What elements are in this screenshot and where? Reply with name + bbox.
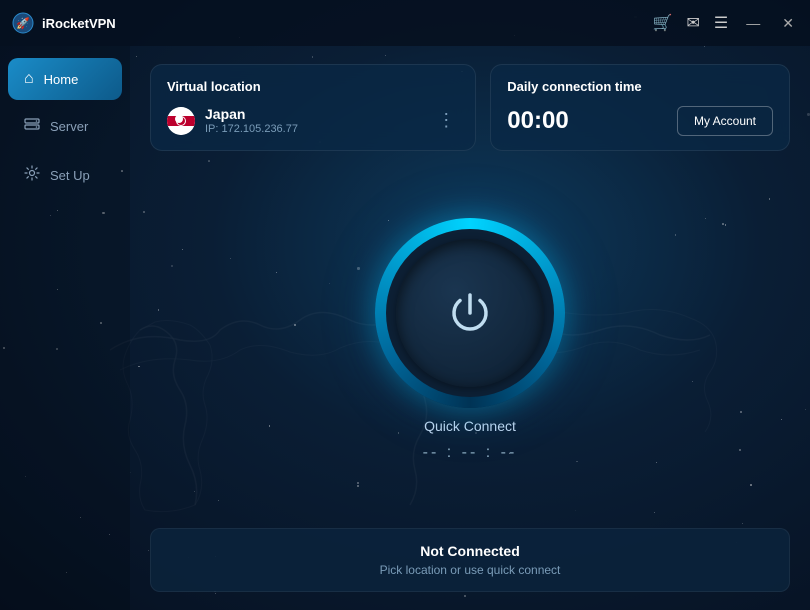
status-bar: Not Connected Pick location or use quick…	[150, 528, 790, 592]
my-account-button[interactable]: My Account	[677, 106, 773, 136]
svg-text:🚀: 🚀	[16, 17, 30, 30]
main-layout: ⌂ Home Server Set Up	[0, 46, 810, 610]
cart-icon[interactable]: 🛒	[653, 13, 673, 33]
app-logo: 🚀	[12, 12, 34, 34]
location-row: Japan IP: 172.105.236.77 ⋮	[167, 106, 459, 135]
sidebar-item-home-label: Home	[44, 72, 79, 87]
country-name: Japan	[205, 106, 423, 122]
ip-address: IP: 172.105.236.77	[205, 123, 423, 135]
location-info: Japan IP: 172.105.236.77	[205, 106, 423, 135]
power-button[interactable]	[396, 239, 544, 387]
daily-row: 00:00 My Account	[507, 106, 773, 136]
sidebar-item-server[interactable]: Server	[8, 104, 122, 149]
power-ring-outer	[375, 218, 565, 408]
close-button[interactable]: ✕	[778, 13, 798, 34]
connection-time: 00:00	[507, 107, 568, 135]
menu-icon[interactable]: ☰	[714, 13, 728, 33]
app-name: iRocketVPN	[42, 16, 116, 31]
sidebar-item-server-label: Server	[50, 119, 88, 134]
virtual-location-card: Virtual location Japan IP: 172.10	[150, 64, 476, 151]
sidebar-item-home[interactable]: ⌂ Home	[8, 58, 122, 100]
home-icon: ⌂	[24, 70, 34, 88]
mail-icon[interactable]: ✉	[687, 13, 700, 33]
daily-connection-title: Daily connection time	[507, 79, 773, 94]
sidebar-item-setup[interactable]: Set Up	[8, 153, 122, 198]
more-options-button[interactable]: ⋮	[433, 106, 459, 135]
power-icon	[440, 283, 500, 343]
power-area: Quick Connect -- : -- : --	[150, 165, 790, 514]
titlebar-left: 🚀 iRocketVPN	[12, 12, 116, 34]
timer-display: -- : -- : --	[423, 444, 518, 462]
titlebar-controls: 🛒 ✉ ☰ — ✕	[653, 13, 798, 34]
titlebar: 🚀 iRocketVPN 🛒 ✉ ☰ — ✕	[0, 0, 810, 46]
status-title: Not Connected	[167, 543, 773, 559]
setup-icon	[24, 165, 40, 186]
power-ring-middle	[386, 229, 554, 397]
server-icon	[24, 116, 40, 137]
virtual-location-title: Virtual location	[167, 79, 459, 94]
top-cards: Virtual location Japan IP: 172.10	[150, 64, 790, 151]
content-area: Virtual location Japan IP: 172.10	[130, 46, 810, 610]
quick-connect-label: Quick Connect	[424, 418, 516, 434]
daily-connection-card: Daily connection time 00:00 My Account	[490, 64, 790, 151]
minimize-button[interactable]: —	[742, 13, 764, 33]
sidebar: ⌂ Home Server Set Up	[0, 46, 130, 610]
country-flag	[167, 107, 195, 135]
status-subtitle: Pick location or use quick connect	[167, 563, 773, 577]
sidebar-item-setup-label: Set Up	[50, 168, 90, 183]
